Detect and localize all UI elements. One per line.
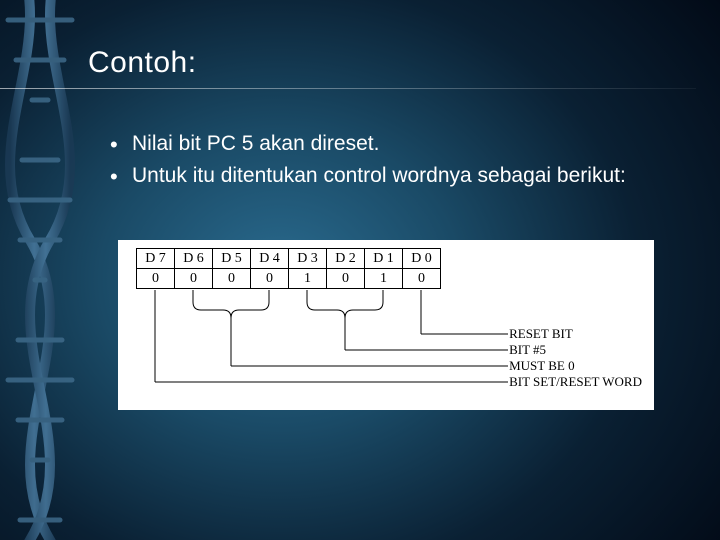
bit-label: MUST BE 0 <box>509 358 642 374</box>
bit-value: 0 <box>137 269 175 289</box>
slide-title: Contoh: <box>88 46 720 80</box>
bit-label: RESET BIT <box>509 326 642 342</box>
bit-value: 0 <box>403 269 441 289</box>
bit-label: BIT SET/RESET WORD <box>509 374 642 390</box>
bit-label: BIT #5 <box>509 342 642 358</box>
bit-header: D 0 <box>403 249 441 269</box>
bit-value: 1 <box>365 269 403 289</box>
bit-value: 0 <box>327 269 365 289</box>
bullet-item: Nilai bit PC 5 akan direset. <box>110 129 650 159</box>
bit-group-labels: RESET BIT BIT #5 MUST BE 0 BIT SET/RESET… <box>509 326 642 390</box>
bullet-item: Untuk itu ditentukan control wordnya seb… <box>110 161 650 191</box>
table-row: D 7 D 6 D 5 D 4 D 3 D 2 D 1 D 0 <box>137 249 441 269</box>
bit-value: 0 <box>175 269 213 289</box>
bullet-list: Nilai bit PC 5 akan direset. Untuk itu d… <box>110 129 650 192</box>
bit-value: 0 <box>213 269 251 289</box>
bit-header: D 2 <box>327 249 365 269</box>
bit-header: D 4 <box>251 249 289 269</box>
slide: Contoh: Nilai bit PC 5 akan direset. Unt… <box>0 0 720 540</box>
control-word-diagram: D 7 D 6 D 5 D 4 D 3 D 2 D 1 D 0 0 0 0 0 … <box>118 240 654 410</box>
bit-header: D 5 <box>213 249 251 269</box>
bit-header: D 7 <box>137 249 175 269</box>
bit-table: D 7 D 6 D 5 D 4 D 3 D 2 D 1 D 0 0 0 0 0 … <box>136 248 441 289</box>
bit-header: D 3 <box>289 249 327 269</box>
bit-value: 0 <box>251 269 289 289</box>
table-row: 0 0 0 0 1 0 1 0 <box>137 269 441 289</box>
bit-value: 1 <box>289 269 327 289</box>
title-underline <box>0 88 696 89</box>
bit-header: D 6 <box>175 249 213 269</box>
bit-header: D 1 <box>365 249 403 269</box>
